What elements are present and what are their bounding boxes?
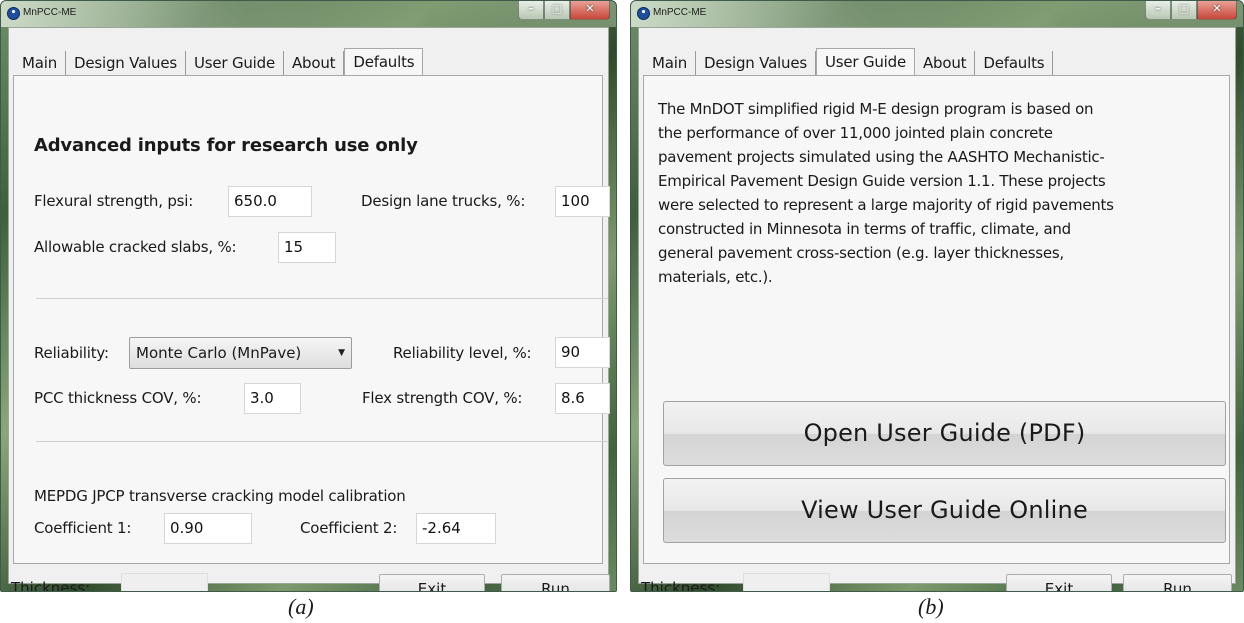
reliability-dropdown[interactable]: Monte Carlo (MnPave) ▼	[129, 337, 352, 369]
thickness-label: Thickness:	[641, 579, 721, 592]
flex-strength-cov-input[interactable]: 8.6	[555, 383, 610, 414]
allowable-cracked-slabs-input[interactable]: 15	[278, 232, 336, 263]
flexural-strength-label: Flexural strength, psi:	[34, 192, 194, 210]
status-bar: Thickness: Exit Run	[9, 565, 610, 592]
calibration-title: MEPDG JPCP transverse cracking model cal…	[34, 487, 406, 505]
thickness-output	[743, 573, 830, 591]
flex-strength-cov-label: Flex strength COV, %:	[362, 389, 523, 407]
description-line: The MnDOT simplified rigid M-E design pr…	[658, 100, 1094, 118]
tab-user-guide[interactable]: User Guide	[815, 48, 915, 75]
open-user-guide-pdf-button[interactable]: Open User Guide (PDF)	[663, 401, 1226, 466]
chevron-down-icon: ▼	[338, 348, 345, 358]
caption-a: (a)	[288, 594, 314, 619]
window-title: MnPCC-ME	[23, 7, 77, 18]
window-controls: – □ ✕	[1145, 1, 1237, 21]
defaults-panel: Advanced inputs for research use only Fl…	[13, 75, 610, 564]
tab-design-values[interactable]: Design Values	[696, 51, 816, 75]
app-icon: •	[637, 7, 650, 20]
coefficient-2-label: Coefficient 2:	[300, 519, 398, 537]
reliability-level-label: Reliability level, %:	[393, 344, 532, 362]
reliability-label: Reliability:	[34, 344, 109, 362]
design-lane-trucks-label: Design lane trucks, %:	[361, 192, 526, 210]
window-defaults: • MnPCC-ME – □ ✕ Main Design Values User…	[0, 0, 617, 592]
tab-main[interactable]: Main	[644, 51, 697, 75]
description-line: general pavement cross-section (e.g. lay…	[658, 244, 1064, 262]
maximize-button[interactable]: □	[1171, 1, 1197, 20]
tab-strip: Main Design Values User Guide About Defa…	[14, 48, 424, 75]
allowable-cracked-slabs-label: Allowable cracked slabs, %:	[34, 238, 237, 256]
thickness-output	[121, 573, 208, 591]
app-icon: •	[7, 7, 20, 20]
close-button[interactable]: ✕	[1197, 1, 1237, 20]
status-bar: Thickness: Exit Run	[639, 565, 1235, 592]
section-divider	[36, 441, 608, 442]
pcc-thickness-cov-label: PCC thickness COV, %:	[34, 389, 202, 407]
coefficient-2-input[interactable]: -2.64	[416, 513, 496, 544]
description-line: the performance of over 11,000 jointed p…	[658, 124, 1053, 142]
run-button[interactable]: Run	[1123, 574, 1232, 591]
section-divider	[36, 298, 608, 299]
user-guide-panel: The MnDOT simplified rigid M-E design pr…	[643, 75, 1230, 564]
tab-about[interactable]: About	[915, 51, 976, 75]
window-title: MnPCC-ME	[653, 7, 707, 18]
window-controls: – □ ✕	[518, 1, 610, 21]
description-line: materials, etc.).	[658, 268, 773, 286]
description-line: Empirical Pavement Design Guide version …	[658, 172, 1106, 190]
page-heading: Advanced inputs for research use only	[34, 135, 418, 156]
minimize-button[interactable]: –	[518, 1, 544, 20]
close-button[interactable]: ✕	[570, 1, 610, 20]
title-bar[interactable]: • MnPCC-ME – □ ✕	[1, 1, 616, 27]
coefficient-1-label: Coefficient 1:	[34, 519, 132, 537]
reliability-selected-value: Monte Carlo (MnPave)	[136, 344, 302, 362]
window-user-guide: • MnPCC-ME – □ ✕ Main Design Values User…	[630, 0, 1244, 592]
client-area: Main Design Values User Guide About Defa…	[8, 27, 610, 591]
tab-user-guide[interactable]: User Guide	[186, 51, 284, 75]
user-guide-description: The MnDOT simplified rigid M-E design pr…	[658, 97, 1218, 289]
caption-b: (b)	[918, 594, 944, 619]
exit-button[interactable]: Exit	[1006, 574, 1112, 591]
reliability-level-input[interactable]: 90	[555, 337, 610, 368]
view-user-guide-online-button[interactable]: View User Guide Online	[663, 478, 1226, 543]
tab-defaults[interactable]: Defaults	[344, 48, 424, 75]
coefficient-1-input[interactable]: 0.90	[164, 513, 252, 544]
tab-main[interactable]: Main	[14, 51, 67, 75]
minimize-button[interactable]: –	[1145, 1, 1171, 20]
tab-about[interactable]: About	[284, 51, 345, 75]
description-line: pavement projects simulated using the AA…	[658, 148, 1105, 166]
tab-defaults[interactable]: Defaults	[975, 51, 1054, 75]
client-area: Main Design Values User Guide About Defa…	[638, 27, 1236, 591]
tab-design-values[interactable]: Design Values	[66, 51, 186, 75]
flexural-strength-input[interactable]: 650.0	[228, 186, 312, 217]
description-line: constructed in Minnesota in terms of tra…	[658, 220, 1071, 238]
tab-strip: Main Design Values User Guide About Defa…	[644, 48, 1054, 75]
exit-button[interactable]: Exit	[379, 574, 485, 591]
thickness-label: Thickness:	[11, 579, 91, 592]
description-line: were selected to represent a large major…	[658, 196, 1114, 214]
title-bar[interactable]: • MnPCC-ME – □ ✕	[631, 1, 1243, 27]
run-button[interactable]: Run	[501, 574, 610, 591]
design-lane-trucks-input[interactable]: 100	[555, 186, 610, 217]
pcc-thickness-cov-input[interactable]: 3.0	[244, 383, 301, 414]
maximize-button[interactable]: □	[544, 1, 570, 20]
